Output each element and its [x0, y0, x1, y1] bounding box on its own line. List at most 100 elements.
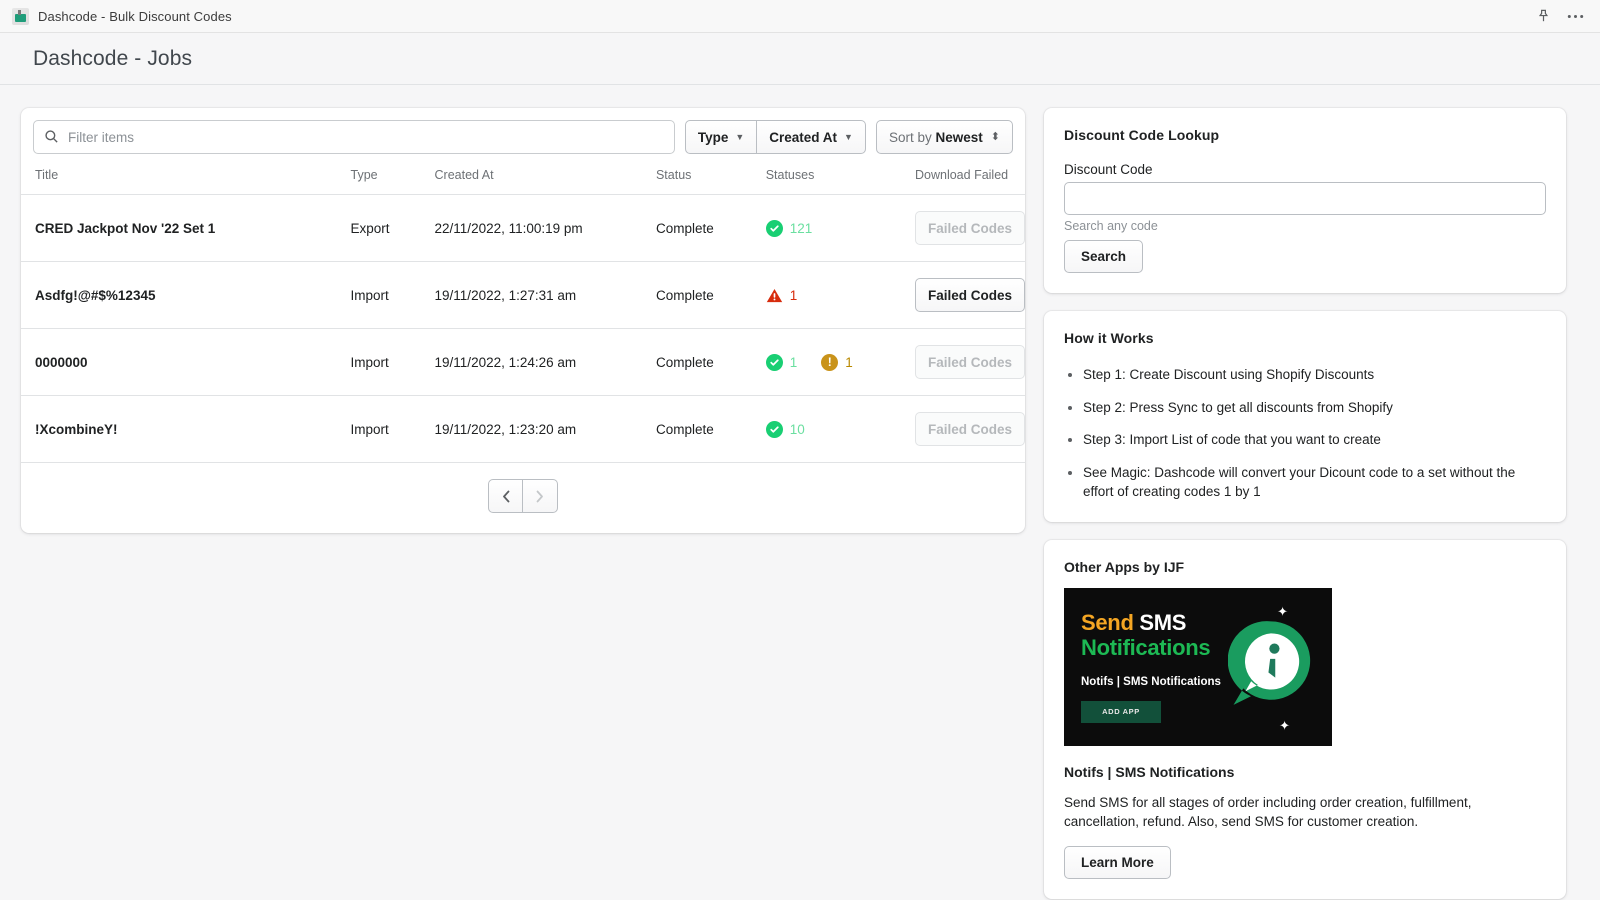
how-it-works-card: How it Works Step 1: Create Discount usi… — [1044, 311, 1566, 522]
col-header-download-failed: Download Failed — [915, 168, 1009, 182]
cell-created-at: 19/11/2022, 1:27:31 am — [434, 261, 656, 329]
sort-select[interactable]: Sort by Newest ⬍ — [875, 120, 1013, 154]
how-it-works-step: See Magic: Dashcode will convert your Di… — [1083, 463, 1546, 502]
cell-download-failed: Failed Codes — [915, 261, 1025, 329]
sidebar-column: Discount Code Lookup Discount Code Searc… — [1044, 108, 1566, 899]
table-row[interactable]: CRED Jackpot Nov '22 Set 1 Export 22/11/20… — [21, 194, 1025, 262]
cell-statuses: 1 — [765, 261, 915, 329]
type-filter-button[interactable]: Type ▼ — [684, 120, 758, 154]
promo-line1-orange: Send — [1081, 609, 1134, 635]
promo-app-title: Notifs | SMS Notifications — [1064, 763, 1235, 780]
pin-icon[interactable] — [1536, 9, 1551, 24]
promo-line-2: Notifications — [1081, 634, 1211, 660]
failed-codes-button: Failed Codes — [915, 412, 1025, 446]
col-header-title: Title — [35, 168, 59, 182]
discount-code-label: Discount Code — [1064, 162, 1153, 177]
promo-banner[interactable]: Send SMS Notifications Notifs | SMS Noti… — [1064, 587, 1332, 746]
search-button[interactable]: Search — [1064, 240, 1144, 273]
cell-status: Complete — [655, 395, 766, 462]
sort-prefix-label: Sort by — [888, 129, 936, 145]
cell-statuses: 121 — [765, 194, 915, 262]
how-it-works-step: Step 2: Press Sync to get all discounts … — [1083, 398, 1546, 418]
jobs-table-body: CRED Jackpot Nov '22 Set 1 Export 22/11/20… — [21, 194, 1025, 462]
cell-created-at: 22/11/2022, 11:00:19 pm — [434, 194, 656, 262]
more-options-icon[interactable] — [1567, 14, 1584, 19]
status-count: 1 — [845, 354, 853, 370]
pagination-next-button[interactable] — [523, 479, 558, 513]
cell-status: Complete — [655, 328, 766, 396]
promo-line-1: Send SMS — [1081, 610, 1186, 636]
sort-value-label: Newest — [935, 129, 983, 145]
created-at-filter-label: Created At — [769, 129, 838, 145]
how-it-works-step: Step 3: Import List of code that you wan… — [1083, 430, 1546, 450]
window-title-bar: Dashcode - Bulk Discount Codes — [0, 0, 1600, 33]
cell-type: Import — [350, 395, 435, 462]
cell-status: Complete — [655, 261, 766, 329]
cell-download-failed: Failed Codes — [915, 395, 1025, 462]
how-it-works-step: Step 1: Create Discount using Shopify Di… — [1083, 365, 1546, 385]
search-field-wrapper — [33, 120, 675, 154]
promo-subtitle: Notifs | SMS Notifications — [1081, 675, 1221, 688]
failed-codes-button: Failed Codes — [915, 211, 1025, 245]
warning-exclamation-icon: ! — [821, 353, 839, 371]
page-content: Type ▼ Created At ▼ Sort by Newest ⬍ — [0, 85, 1600, 900]
page-title: Dashcode - Jobs — [33, 46, 193, 70]
cell-created-at: 19/11/2022, 1:23:20 am — [434, 395, 656, 462]
cell-title: Asdfg!@#$%12345 — [21, 261, 351, 329]
cell-type: Import — [350, 261, 435, 329]
created-at-filter-button[interactable]: Created At ▼ — [757, 120, 866, 154]
discount-code-input[interactable] — [1064, 182, 1546, 215]
cell-type: Import — [350, 328, 435, 396]
jobs-card: Type ▼ Created At ▼ Sort by Newest ⬍ — [21, 108, 1025, 533]
pagination — [21, 462, 1025, 533]
table-row[interactable]: 0000000 Import 19/11/2022, 1:24:26 am Compl… — [21, 328, 1025, 396]
lookup-help-text: Search any code — [1064, 219, 1158, 233]
window-title: Dashcode - Bulk Discount Codes — [38, 8, 232, 24]
status-count: 121 — [789, 220, 813, 236]
status-badge: 1 — [765, 353, 797, 371]
sort-updown-icon: ⬍ — [990, 130, 1000, 143]
cell-created-at: 19/11/2022, 1:24:26 am — [434, 328, 656, 396]
jobs-column: Type ▼ Created At ▼ Sort by Newest ⬍ — [21, 108, 1025, 533]
success-check-icon — [765, 219, 783, 237]
status-badge: 1 — [766, 287, 798, 303]
type-filter-label: Type — [697, 129, 729, 145]
cell-statuses: 10 — [765, 395, 915, 462]
status-count: 1 — [789, 287, 798, 303]
failed-codes-button[interactable]: Failed Codes — [915, 278, 1025, 312]
how-it-works-body: How it Works Step 1: Create Discount usi… — [1044, 311, 1566, 522]
col-header-statuses: Statuses — [765, 168, 815, 182]
status-badge: 121 — [765, 219, 813, 237]
filter-bar: Type ▼ Created At ▼ Sort by Newest ⬍ — [21, 108, 1025, 164]
other-apps-body: Other Apps by IJF Send SMS Notifications… — [1044, 540, 1566, 899]
search-input[interactable] — [33, 120, 675, 154]
how-it-works-heading: How it Works — [1064, 330, 1154, 346]
lookup-heading: Discount Code Lookup — [1064, 127, 1220, 143]
cell-status: Complete — [655, 194, 766, 262]
cell-title: CRED Jackpot Nov '22 Set 1 — [21, 194, 351, 262]
other-apps-heading: Other Apps by IJF — [1064, 558, 1185, 575]
status-badge: 10 — [765, 420, 805, 438]
other-apps-card: Other Apps by IJF Send SMS Notifications… — [1044, 539, 1566, 899]
learn-more-button[interactable]: Learn More — [1064, 845, 1171, 879]
pager-group — [488, 479, 558, 513]
success-check-icon — [765, 420, 783, 438]
col-header-status: Status — [655, 168, 692, 182]
promo-line1-white: SMS — [1133, 609, 1187, 635]
col-header-type: Type — [350, 168, 378, 182]
jobs-table: Title Type Created At Status Statuses Do… — [21, 164, 1025, 462]
col-header-created-at: Created At — [434, 168, 494, 182]
chat-bubble-logo-icon — [1228, 621, 1311, 705]
table-row[interactable]: Asdfg!@#$%12345 Import 19/11/2022, 1:27:31… — [21, 261, 1025, 329]
promo-app-description: Send SMS for all stages of order includi… — [1064, 794, 1472, 830]
promo-add-app-button[interactable]: ADD APP — [1081, 700, 1161, 723]
page-header: Dashcode - Jobs — [0, 33, 1600, 85]
sparkle-icon: ✦ — [1279, 717, 1290, 733]
pagination-previous-button[interactable] — [488, 479, 523, 513]
table-row[interactable]: !XcombineY! Import 19/11/2022, 1:23:20 am C… — [21, 395, 1025, 462]
table-header-row: Title Type Created At Status Statuses Do… — [21, 164, 1025, 195]
app-icon — [12, 7, 29, 25]
success-check-icon — [765, 353, 783, 371]
cell-title: !XcombineY! — [21, 395, 351, 462]
filter-button-group: Type ▼ Created At ▼ — [684, 120, 866, 154]
